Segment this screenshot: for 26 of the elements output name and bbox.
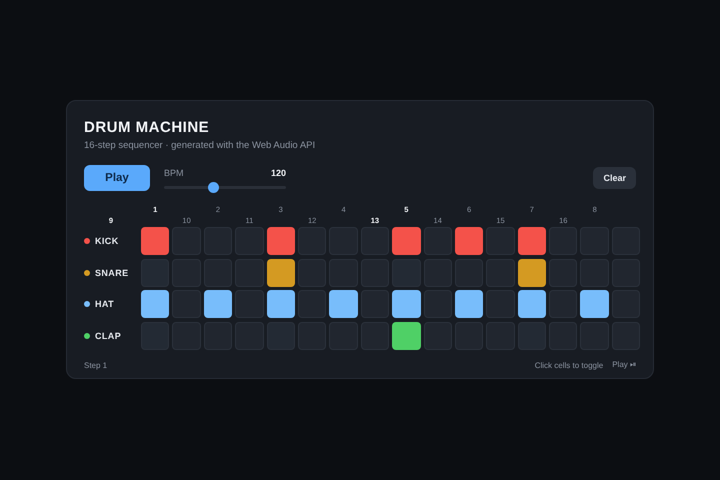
step-pad[interactable] xyxy=(392,322,421,350)
shortcut-hint: Play ⏯ xyxy=(612,360,636,370)
play-button[interactable]: Play xyxy=(84,165,150,191)
bpm-value: 120 xyxy=(270,168,286,178)
step-pad[interactable] xyxy=(266,290,295,318)
step-pad[interactable] xyxy=(454,227,484,255)
track-name: SNARE xyxy=(95,268,129,278)
clear-button[interactable]: Clear xyxy=(593,167,636,189)
track-name: HAT xyxy=(95,299,114,309)
step-pad[interactable] xyxy=(141,227,170,255)
bpm-label: BPM xyxy=(164,168,184,178)
step-pad[interactable] xyxy=(518,258,546,286)
track-name: KICK xyxy=(95,236,119,246)
track-name: CLAP xyxy=(95,330,122,340)
step-pad[interactable] xyxy=(454,290,484,318)
step-pad[interactable] xyxy=(204,290,232,318)
step-pad[interactable] xyxy=(518,227,546,255)
step-pad[interactable] xyxy=(266,258,295,286)
hint-text: Click cells to toggle xyxy=(534,360,604,370)
step-pad[interactable] xyxy=(518,290,546,318)
app-title: DRUM MACHINE xyxy=(84,119,210,136)
step-pad[interactable] xyxy=(141,290,170,318)
step-pad[interactable] xyxy=(266,227,295,255)
step-status: Step 1 xyxy=(84,360,108,370)
subtitle: 16-step sequencer · generated with the Web Audio API xyxy=(84,140,316,151)
bpm-slider-thumb[interactable] xyxy=(208,182,219,192)
